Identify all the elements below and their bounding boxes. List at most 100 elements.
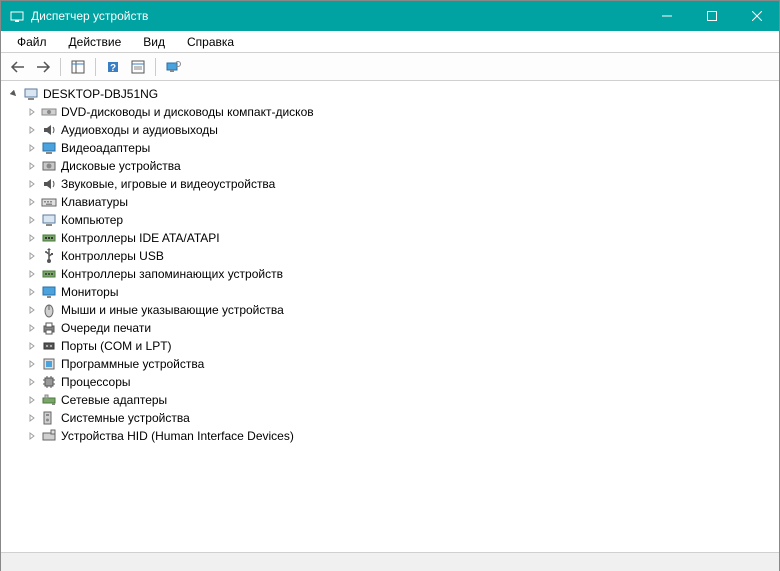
show-console-tree-button[interactable]: [67, 56, 89, 78]
tree-root[interactable]: DESKTOP-DBJ51NG: [7, 85, 779, 103]
expander-closed-icon[interactable]: [25, 393, 39, 407]
tree-category-label: Клавиатуры: [61, 195, 128, 209]
dvd-drive-icon: [41, 104, 57, 120]
mouse-icon: [41, 302, 57, 318]
tree-category[interactable]: Мыши и иные указывающие устройства: [7, 301, 779, 319]
minimize-button[interactable]: [644, 1, 689, 31]
tree-category[interactable]: Компьютер: [7, 211, 779, 229]
tree-category[interactable]: Системные устройства: [7, 409, 779, 427]
back-button[interactable]: [7, 56, 29, 78]
tree-category[interactable]: Клавиатуры: [7, 193, 779, 211]
monitor-icon: [41, 284, 57, 300]
tree-category[interactable]: Аудиовходы и аудиовыходы: [7, 121, 779, 139]
software-device-icon: [41, 356, 57, 372]
close-button[interactable]: [734, 1, 779, 31]
tree-category-label: Программные устройства: [61, 357, 204, 371]
expander-closed-icon[interactable]: [25, 411, 39, 425]
processor-icon: [41, 374, 57, 390]
tree-category-label: Очереди печати: [61, 321, 151, 335]
expander-closed-icon[interactable]: [25, 303, 39, 317]
hid-device-icon: [41, 428, 57, 444]
menu-help[interactable]: Справка: [177, 33, 244, 51]
tree-category[interactable]: Контроллеры IDE ATA/ATAPI: [7, 229, 779, 247]
scan-hardware-button[interactable]: [162, 56, 184, 78]
expander-closed-icon[interactable]: [25, 141, 39, 155]
expander-closed-icon[interactable]: [25, 429, 39, 443]
expander-closed-icon[interactable]: [25, 357, 39, 371]
ide-controller-icon: [41, 230, 57, 246]
menu-file[interactable]: Файл: [7, 33, 57, 51]
tree-category-label: Дисковые устройства: [61, 159, 181, 173]
tree-category[interactable]: Видеоадаптеры: [7, 139, 779, 157]
tree-category[interactable]: DVD-дисководы и дисководы компакт-дисков: [7, 103, 779, 121]
expander-closed-icon[interactable]: [25, 105, 39, 119]
toolbar: ?: [1, 53, 779, 81]
forward-button[interactable]: [32, 56, 54, 78]
tree-category-label: Компьютер: [61, 213, 123, 227]
tree-category[interactable]: Контроллеры USB: [7, 247, 779, 265]
tree-category[interactable]: Мониторы: [7, 283, 779, 301]
tree-category-label: Системные устройства: [61, 411, 190, 425]
tree-category[interactable]: Очереди печати: [7, 319, 779, 337]
tree-category-label: Мониторы: [61, 285, 118, 299]
expander-closed-icon[interactable]: [25, 195, 39, 209]
sound-icon: [41, 176, 57, 192]
tree-category[interactable]: Программные устройства: [7, 355, 779, 373]
expander-open-icon[interactable]: [7, 87, 21, 101]
expander-closed-icon[interactable]: [25, 339, 39, 353]
tree-category-label: Звуковые, игровые и видеоустройства: [61, 177, 275, 191]
tree-category-label: Мыши и иные указывающие устройства: [61, 303, 284, 317]
properties-button[interactable]: [127, 56, 149, 78]
maximize-button[interactable]: [689, 1, 734, 31]
expander-closed-icon[interactable]: [25, 285, 39, 299]
expander-closed-icon[interactable]: [25, 177, 39, 191]
expander-closed-icon[interactable]: [25, 123, 39, 137]
audio-icon: [41, 122, 57, 138]
tree-root-label: DESKTOP-DBJ51NG: [43, 87, 158, 101]
toolbar-separator: [155, 58, 156, 76]
tree-category-label: Порты (COM и LPT): [61, 339, 172, 353]
tree-category-label: Контроллеры IDE ATA/ATAPI: [61, 231, 220, 245]
menu-view[interactable]: Вид: [133, 33, 175, 51]
tree-category[interactable]: Контроллеры запоминающих устройств: [7, 265, 779, 283]
tree-category-label: Сетевые адаптеры: [61, 393, 167, 407]
expander-closed-icon[interactable]: [25, 267, 39, 281]
port-icon: [41, 338, 57, 354]
tree-category-label: Видеоадаптеры: [61, 141, 150, 155]
toolbar-separator: [60, 58, 61, 76]
tree-category[interactable]: Устройства HID (Human Interface Devices): [7, 427, 779, 445]
usb-controller-icon: [41, 248, 57, 264]
tree-category-label: Аудиовходы и аудиовыходы: [61, 123, 218, 137]
computer-root-icon: [23, 86, 39, 102]
menu-action[interactable]: Действие: [59, 33, 132, 51]
help-button[interactable]: ?: [102, 56, 124, 78]
toolbar-separator: [95, 58, 96, 76]
disk-drive-icon: [41, 158, 57, 174]
keyboard-icon: [41, 194, 57, 210]
print-queue-icon: [41, 320, 57, 336]
tree-category[interactable]: Звуковые, игровые и видеоустройства: [7, 175, 779, 193]
expander-closed-icon[interactable]: [25, 375, 39, 389]
expander-closed-icon[interactable]: [25, 231, 39, 245]
tree-category[interactable]: Порты (COM и LPT): [7, 337, 779, 355]
system-device-icon: [41, 410, 57, 426]
computer-icon: [41, 212, 57, 228]
tree-category[interactable]: Дисковые устройства: [7, 157, 779, 175]
tree-category-label: Процессоры: [61, 375, 131, 389]
expander-closed-icon[interactable]: [25, 321, 39, 335]
titlebar: Диспетчер устройств: [1, 1, 779, 31]
menubar: Файл Действие Вид Справка: [1, 31, 779, 53]
tree-category[interactable]: Сетевые адаптеры: [7, 391, 779, 409]
tree-category-label: DVD-дисководы и дисководы компакт-дисков: [61, 105, 314, 119]
network-adapter-icon: [41, 392, 57, 408]
display-adapter-icon: [41, 140, 57, 156]
window-title: Диспетчер устройств: [31, 9, 644, 23]
tree-category-label: Устройства HID (Human Interface Devices): [61, 429, 294, 443]
tree-category[interactable]: Процессоры: [7, 373, 779, 391]
expander-closed-icon[interactable]: [25, 213, 39, 227]
svg-text:?: ?: [110, 63, 116, 74]
expander-closed-icon[interactable]: [25, 159, 39, 173]
expander-closed-icon[interactable]: [25, 249, 39, 263]
tree-category-label: Контроллеры USB: [61, 249, 164, 263]
device-tree[interactable]: DESKTOP-DBJ51NG DVD-дисководы и дисковод…: [1, 81, 779, 551]
